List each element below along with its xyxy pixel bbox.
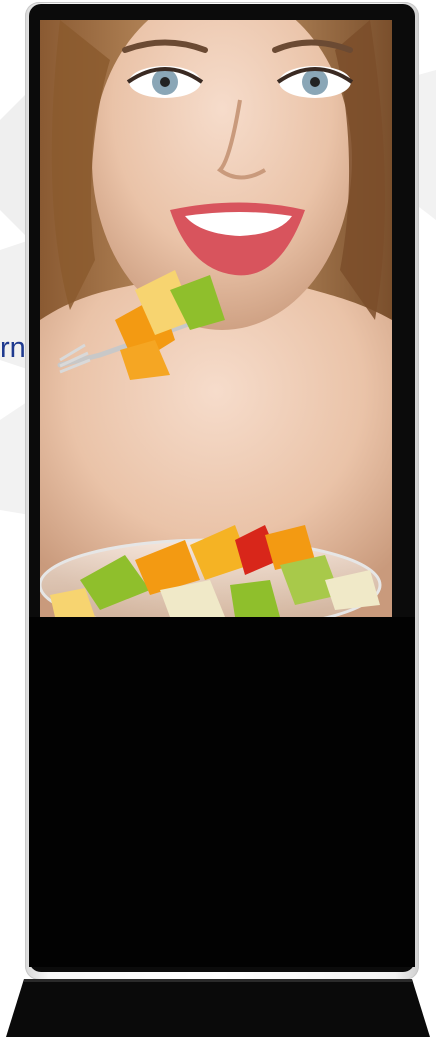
kiosk-base (6, 979, 430, 1037)
digital-signage-kiosk (25, 2, 419, 980)
background-partial-text: rn (0, 332, 26, 364)
advertising-photo (40, 20, 392, 617)
kiosk-screen (40, 20, 392, 617)
kiosk-lower-panel (29, 617, 415, 967)
